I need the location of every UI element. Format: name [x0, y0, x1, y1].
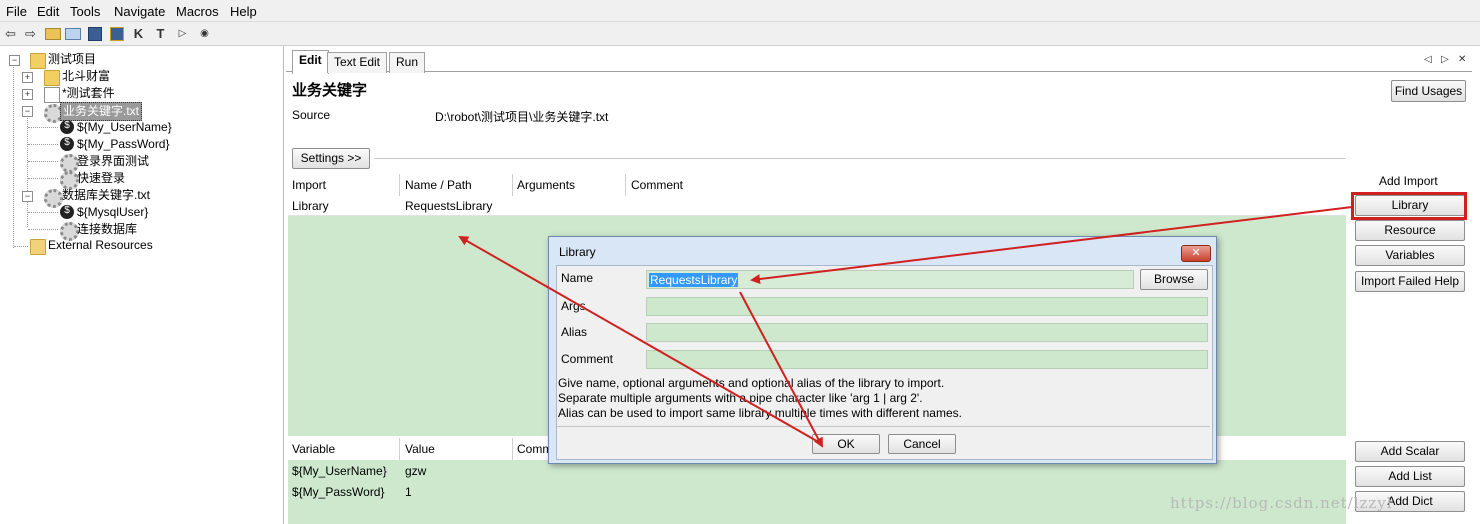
column-header-variable[interactable]: Variable	[292, 438, 335, 460]
folder-icon	[44, 70, 60, 86]
menu-macros[interactable]: Macros	[176, 4, 219, 19]
column-header-value[interactable]: Value	[405, 438, 435, 460]
tab-run[interactable]: Run	[389, 52, 426, 73]
alias-field[interactable]	[646, 323, 1208, 342]
browse-button[interactable]: Browse	[1140, 269, 1208, 290]
variable-icon: $	[60, 137, 74, 151]
add-variables-button[interactable]: Variables	[1355, 245, 1465, 266]
tree-item-var-password[interactable]: ${My_PassWord}	[77, 136, 170, 153]
folder-icon[interactable]	[64, 25, 81, 42]
tab-strip: Edit Text Edit Run ◁ ▷ ✕	[286, 50, 1472, 74]
settings-divider	[374, 158, 1346, 159]
project-tree: − 测试项目 + 北斗财富 + *测试套件 − 业务关键字.txt $ ${My…	[0, 46, 284, 524]
name-field[interactable]: RequestsLibrary	[646, 270, 1134, 289]
tree-item-var-username[interactable]: ${My_UserName}	[77, 119, 172, 136]
column-header-name-path[interactable]: Name / Path	[405, 174, 472, 196]
source-path: D:\robot\测试项目\业务关键字.txt	[435, 110, 609, 124]
back-arrow-icon[interactable]: ⇦	[2, 25, 19, 42]
save-all-icon[interactable]	[108, 25, 125, 42]
run-icon[interactable]: ▷	[174, 25, 191, 42]
column-header-import[interactable]: Import	[292, 174, 326, 196]
dialog-body: Name RequestsLibrary Browse Args Alias C…	[556, 265, 1213, 460]
resource-file-icon	[44, 189, 63, 208]
menu-bar: File Edit Tools Navigate Macros Help	[0, 0, 1480, 22]
settings-toggle-button[interactable]: Settings >>	[292, 148, 370, 169]
column-header-comment[interactable]: Comment	[631, 174, 683, 196]
watermark: https://blog.csdn.net/lzzyl	[1170, 494, 1393, 512]
alias-label: Alias	[561, 325, 588, 339]
highlight-library-button	[1351, 192, 1467, 220]
variable-value-cell[interactable]: gzw	[405, 464, 426, 478]
tree-expander[interactable]: −	[9, 55, 20, 66]
forward-arrow-icon[interactable]: ⇨	[22, 25, 39, 42]
dialog-title: Library	[559, 245, 596, 259]
comment-label: Comment	[561, 352, 614, 366]
folder-icon	[30, 53, 46, 69]
open-folder-icon[interactable]	[44, 25, 61, 42]
tree-expander[interactable]: +	[22, 72, 33, 83]
table-row[interactable]: Library RequestsLibrary	[288, 196, 1346, 216]
page-title: 业务关键字	[292, 82, 368, 99]
variable-value-cell[interactable]: 1	[405, 485, 412, 499]
library-dialog: Library ✕ Name RequestsLibrary Browse Ar…	[548, 236, 1217, 464]
menu-file[interactable]: File	[6, 4, 27, 19]
source-label: Source	[292, 108, 331, 122]
args-field[interactable]	[646, 297, 1208, 316]
variable-name-cell[interactable]: ${My_PassWord}	[292, 485, 385, 499]
tree-item-quick-login[interactable]: 快速登录	[77, 170, 125, 187]
tree-item-project[interactable]: 测试项目	[48, 51, 96, 68]
menu-tools[interactable]: Tools	[70, 4, 100, 19]
menu-help[interactable]: Help	[230, 4, 257, 19]
menu-edit[interactable]: Edit	[37, 4, 59, 19]
import-name-cell[interactable]: RequestsLibrary	[405, 199, 492, 213]
dialog-divider	[557, 426, 1210, 427]
comment-field[interactable]	[646, 350, 1208, 369]
add-list-button[interactable]: Add List	[1355, 466, 1465, 487]
args-label: Args	[561, 299, 586, 313]
variable-name-cell[interactable]: ${My_UserName}	[292, 464, 387, 478]
import-grid-header: Import Name / Path Arguments Comment	[288, 174, 1346, 197]
add-resource-button[interactable]: Resource	[1355, 220, 1465, 241]
tree-expander[interactable]: −	[22, 191, 33, 202]
menu-navigate[interactable]: Navigate	[114, 4, 165, 19]
tree-item-var-mysqluser[interactable]: ${MysqlUser}	[77, 204, 148, 221]
variable-icon: $	[60, 120, 74, 134]
keyword-search-icon[interactable]: K	[130, 25, 147, 42]
external-resources-icon	[30, 239, 46, 255]
help-text-line-3: Alias can be used to import same library…	[558, 406, 962, 420]
ok-button[interactable]: OK	[812, 434, 880, 454]
help-text-line-1: Give name, optional arguments and option…	[558, 376, 945, 390]
tree-item-beidou[interactable]: 北斗财富	[62, 68, 110, 85]
tab-scroll-right-icon[interactable]: ▷	[1441, 54, 1449, 65]
find-usages-button[interactable]: Find Usages	[1391, 80, 1466, 102]
tab-close-icon[interactable]: ✕	[1458, 54, 1466, 65]
save-icon[interactable]	[86, 25, 103, 42]
tree-item-connect-db[interactable]: 连接数据库	[77, 221, 137, 238]
tree-item-external-resources[interactable]: External Resources	[48, 237, 153, 254]
tree-expander[interactable]: −	[22, 106, 33, 117]
tree-item-test-suite[interactable]: *测试套件	[62, 85, 115, 102]
cancel-button[interactable]: Cancel	[888, 434, 956, 454]
add-scalar-button[interactable]: Add Scalar	[1355, 441, 1465, 462]
tab-text-edit[interactable]: Text Edit	[327, 52, 388, 73]
tree-item-db-keywords[interactable]: 数据库关键字.txt	[62, 187, 150, 204]
test-search-icon[interactable]: T	[152, 25, 169, 42]
toolbar: ⇦ ⇨ K T ▷ ◉	[0, 22, 1480, 46]
file-icon	[44, 87, 60, 103]
name-label: Name	[561, 271, 594, 285]
help-text-line-2: Separate multiple arguments with a pipe …	[558, 391, 923, 405]
tab-edit[interactable]: Edit	[292, 50, 329, 74]
import-failed-help-button[interactable]: Import Failed Help	[1355, 271, 1465, 292]
name-field-value: RequestsLibrary	[649, 273, 739, 287]
column-header-arguments[interactable]: Arguments	[517, 174, 575, 196]
tab-scroll-left-icon[interactable]: ◁	[1424, 54, 1432, 65]
dialog-close-icon[interactable]: ✕	[1181, 245, 1211, 262]
add-import-label: Add Import	[1379, 174, 1438, 188]
tree-expander[interactable]: +	[22, 89, 33, 100]
stop-icon[interactable]: ◉	[196, 25, 213, 42]
tree-item-login-test[interactable]: 登录界面测试	[77, 153, 149, 170]
variable-icon: $	[60, 205, 74, 219]
import-type-cell[interactable]: Library	[292, 199, 329, 213]
